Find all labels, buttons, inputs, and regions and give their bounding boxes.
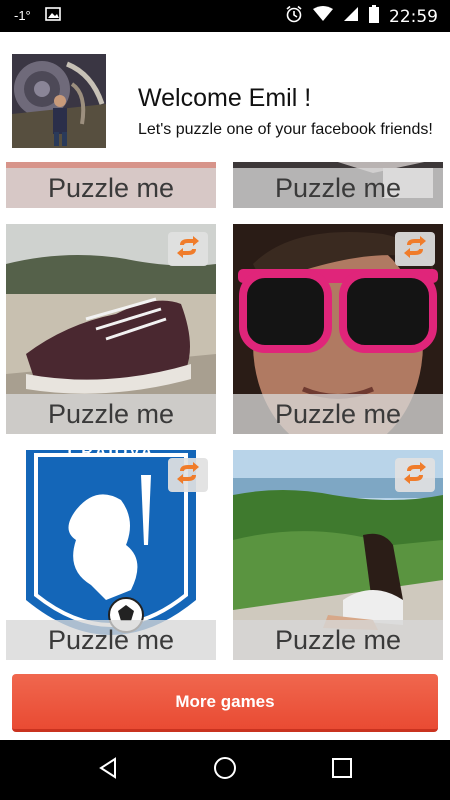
friends-grid[interactable]: Puzzle me Puzzle me Puzzle me Puzzle me … xyxy=(0,162,450,668)
status-right: 22:59 xyxy=(285,5,438,28)
shuffle-icon xyxy=(176,235,200,263)
shuffle-button[interactable] xyxy=(168,232,208,266)
puzzle-label-band: Puzzle me xyxy=(233,394,443,434)
battery-icon xyxy=(369,5,379,28)
friend-tile-4[interactable]: Puzzle me xyxy=(233,224,443,434)
shuffle-button[interactable] xyxy=(395,458,435,492)
friend-tile-6[interactable]: Puzzle me xyxy=(233,450,443,660)
shuffle-button[interactable] xyxy=(168,458,208,492)
puzzle-label-band: Puzzle me xyxy=(233,620,443,660)
recents-button[interactable] xyxy=(320,748,364,792)
shuffle-icon xyxy=(403,235,427,263)
shuffle-button[interactable] xyxy=(395,232,435,266)
puzzle-label-band: Puzzle me xyxy=(6,168,216,208)
puzzle-me-label: Puzzle me xyxy=(274,172,402,203)
puzzle-label-band: Puzzle me xyxy=(6,620,216,660)
shuffle-icon xyxy=(176,461,200,489)
puzzle-me-label: Puzzle me xyxy=(47,624,175,655)
status-time: 22:59 xyxy=(389,6,438,27)
status-left: -1° xyxy=(14,7,61,24)
welcome-header: Welcome Emil ! Let's puzzle one of your … xyxy=(0,32,450,162)
puzzle-me-label: Puzzle me xyxy=(274,624,402,655)
friend-tile-1[interactable]: Puzzle me xyxy=(6,162,216,208)
puzzle-label-band: Puzzle me xyxy=(6,394,216,434)
image-icon xyxy=(44,7,61,24)
alarm-icon xyxy=(285,5,303,28)
puzzle-me-label: Puzzle me xyxy=(47,172,175,203)
welcome-subtitle: Let's puzzle one of your facebook friend… xyxy=(138,121,433,138)
status-bar: -1° 22:59 xyxy=(0,0,450,32)
friend-tile-3[interactable]: Puzzle me xyxy=(6,224,216,434)
welcome-title: Welcome Emil ! xyxy=(138,84,312,112)
wifi-icon xyxy=(313,6,333,27)
shuffle-icon xyxy=(403,461,427,489)
cell-signal-icon xyxy=(343,6,359,27)
friend-tile-2[interactable]: Puzzle me xyxy=(233,162,443,208)
recents-icon xyxy=(331,757,353,784)
puzzle-label-band: Puzzle me xyxy=(233,168,443,208)
crest-text: CRAIOVA xyxy=(67,450,155,461)
back-button[interactable] xyxy=(86,748,130,792)
friend-tile-5[interactable]: CRAIOVA Puzzle me xyxy=(6,450,216,660)
home-button[interactable] xyxy=(203,748,247,792)
signal-text: -1° xyxy=(14,8,31,23)
avatar[interactable] xyxy=(12,54,106,148)
puzzle-me-label: Puzzle me xyxy=(47,398,175,429)
more-games-button[interactable]: More games xyxy=(12,674,438,732)
back-icon xyxy=(97,756,119,784)
navigation-bar xyxy=(0,740,450,800)
home-icon xyxy=(213,756,237,785)
puzzle-me-label: Puzzle me xyxy=(274,398,402,429)
